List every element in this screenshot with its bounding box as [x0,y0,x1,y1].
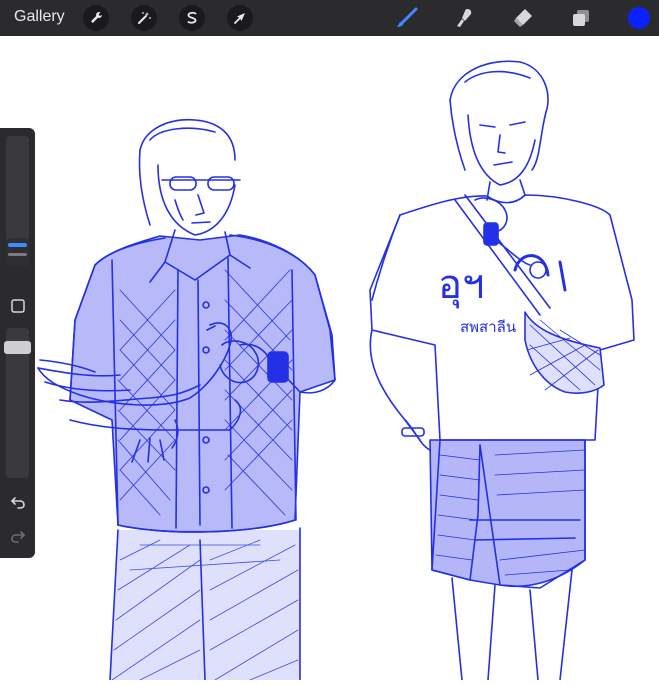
smudge-tool-button[interactable] [452,5,478,31]
gallery-button[interactable]: Gallery [14,8,65,26]
layers-icon [573,10,589,26]
transform-button[interactable] [227,5,253,31]
adjustments-button[interactable] [131,5,157,31]
magic-wand-icon [138,12,151,24]
square-icon [10,298,25,313]
selection-button[interactable] [179,5,205,31]
brush-sidebar [0,128,35,558]
brush-icon [397,7,418,27]
redo-button[interactable] [6,524,29,547]
wrench-icon [91,11,102,23]
opacity-thumb[interactable] [4,341,31,354]
color-picker-button[interactable] [628,7,650,29]
redo-icon [10,530,25,543]
layers-button[interactable] [568,5,594,31]
actions-button[interactable] [83,5,109,31]
brush-size-secondary-mark [8,253,27,256]
sketch-artwork: อุฯ สพสาลีน [37,60,635,681]
eraser-icon [514,9,532,27]
modify-button[interactable] [6,294,29,317]
smudge-icon [457,9,472,27]
brush-size-thumb[interactable] [8,243,27,247]
eraser-tool-button[interactable] [510,5,536,31]
shirt-print-main: อุฯ [438,262,484,309]
undo-icon [10,496,25,509]
top-toolbar: Gallery [0,0,659,36]
paint-tool-button[interactable] [394,5,420,31]
selection-icon [187,11,197,24]
arrow-cursor-icon [234,13,245,24]
shirt-print-sub: สพสาลีน [460,318,516,336]
undo-button[interactable] [6,490,29,513]
drawing-canvas[interactable]: อุฯ สพสาลีน [0,36,659,681]
